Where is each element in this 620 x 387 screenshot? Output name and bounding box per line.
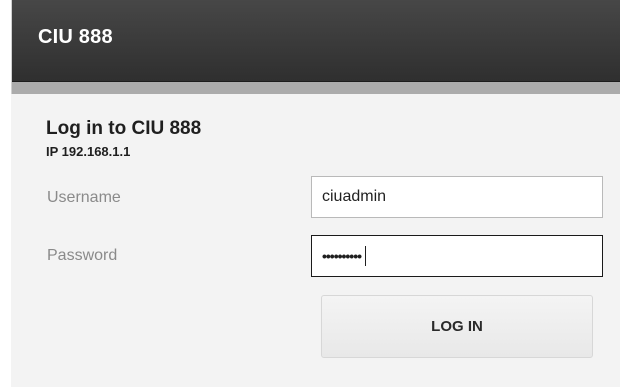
login-page: CIU 888 Log in to CIU 888 IP 192.168.1.1… — [0, 0, 620, 387]
app-title: CIU 888 — [38, 26, 113, 48]
text-caret — [365, 246, 367, 266]
login-panel: Log in to CIU 888 IP 192.168.1.1 Usernam… — [11, 94, 620, 387]
ip-address-label: IP 192.168.1.1 — [46, 144, 131, 159]
password-input[interactable]: •••••••••• — [311, 235, 603, 277]
log-in-button[interactable]: LOG IN — [321, 295, 593, 358]
password-masked-value: •••••••••• — [322, 248, 362, 264]
app-header: CIU 888 — [11, 0, 620, 82]
password-label: Password — [47, 247, 118, 264]
login-heading: Log in to CIU 888 — [46, 118, 202, 139]
username-input[interactable] — [311, 176, 603, 218]
username-label: Username — [47, 189, 121, 206]
header-divider — [11, 82, 620, 94]
